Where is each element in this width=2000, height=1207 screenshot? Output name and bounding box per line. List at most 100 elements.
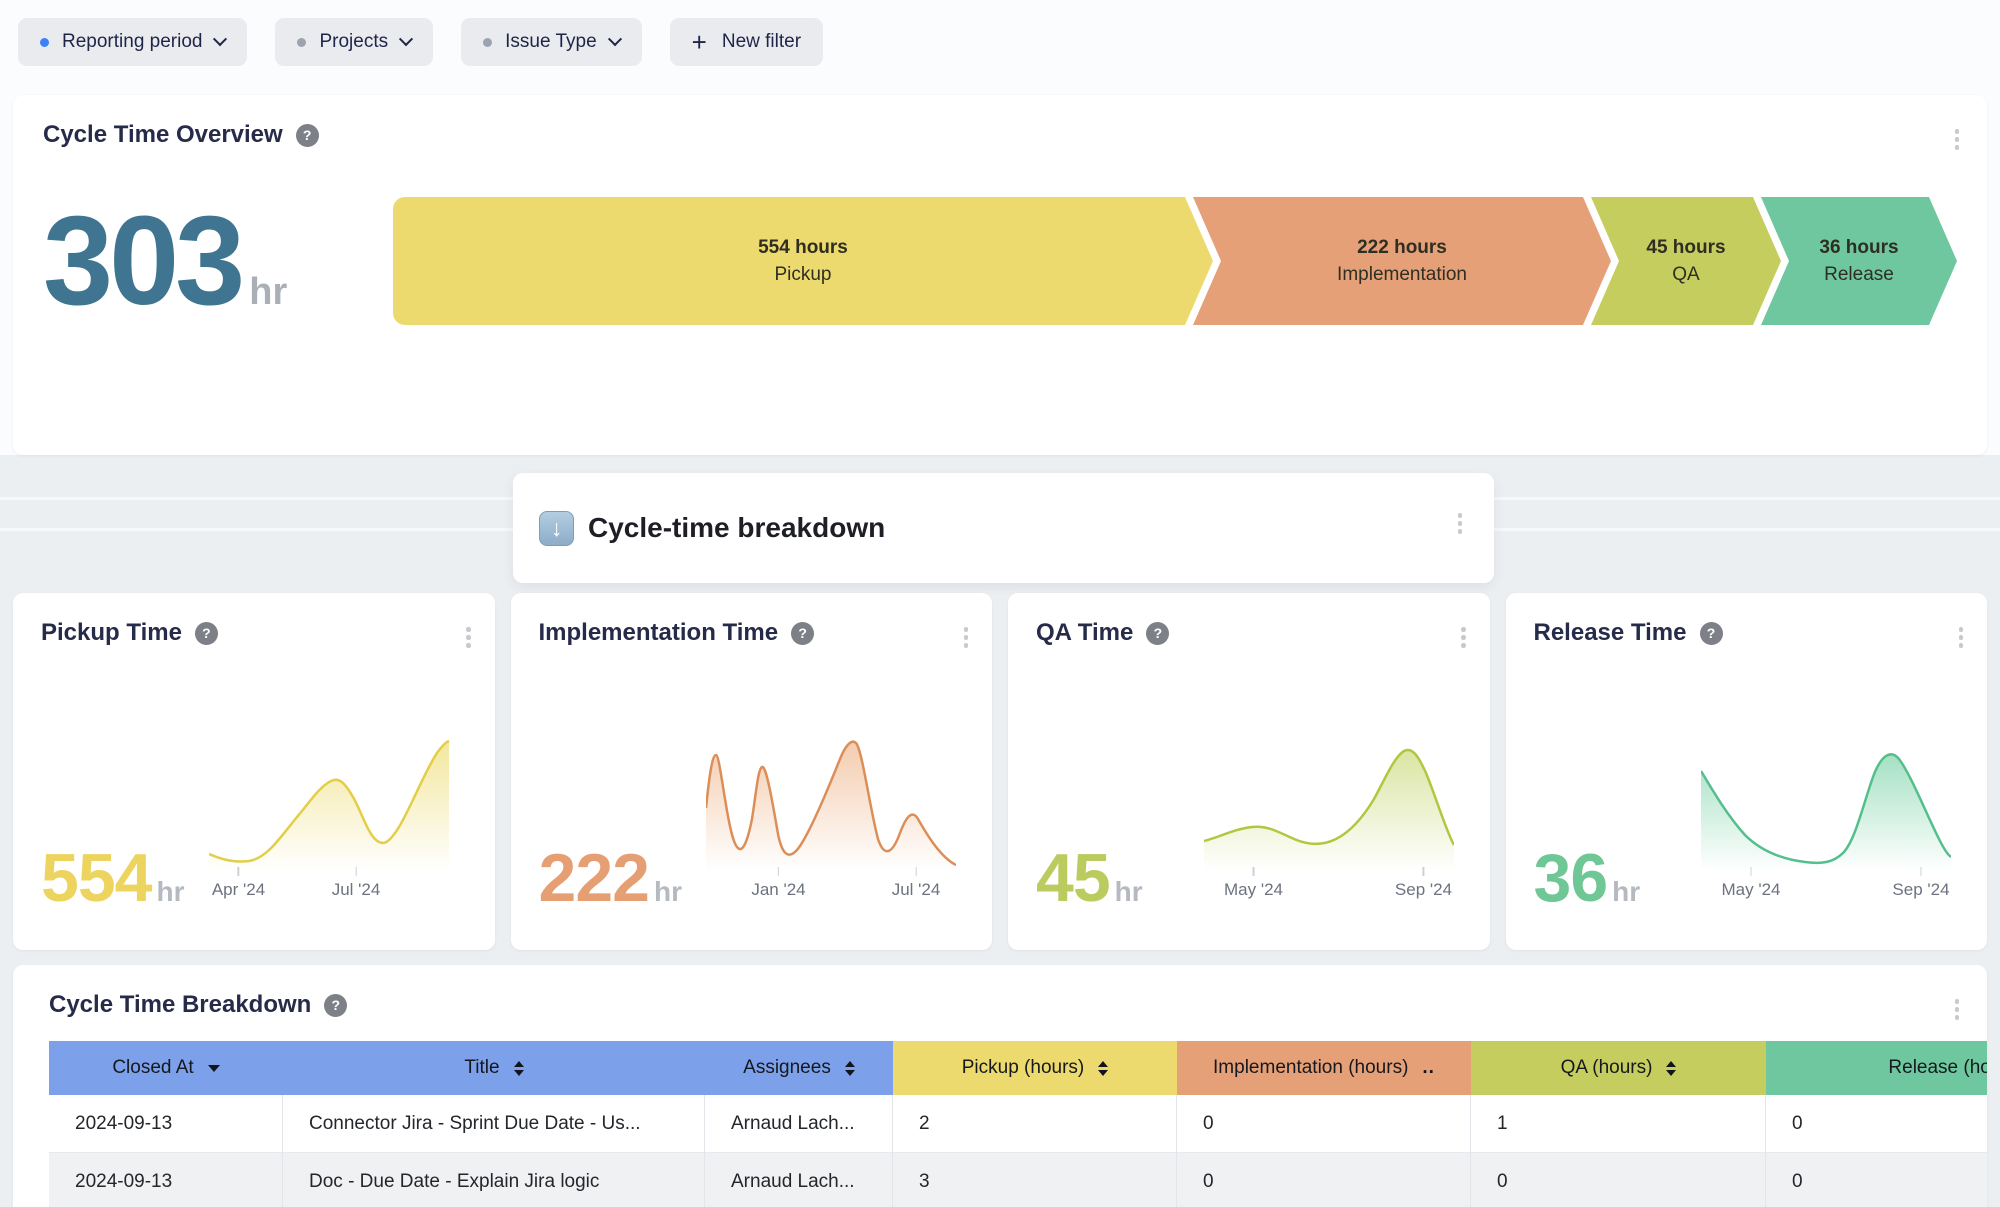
filter-label: Reporting period — [62, 31, 202, 53]
qa-sparkline-chart — [1204, 739, 1454, 871]
stage-hours: 45 hours — [1646, 237, 1725, 259]
x-axis-ticks: May '24 Sep '24 — [1701, 867, 1951, 911]
x-axis-ticks: May '24 Sep '24 — [1204, 867, 1454, 911]
tick-mark — [1750, 867, 1752, 876]
tick-mark — [915, 867, 917, 876]
tick-label: May '24 — [1224, 880, 1283, 899]
implementation-sparkline-chart — [706, 739, 956, 871]
kebab-menu-icon[interactable] — [462, 623, 475, 652]
kebab-menu-icon[interactable] — [1955, 623, 1968, 652]
value-unit: hr — [1612, 876, 1640, 907]
filter-issue-type[interactable]: Issue Type — [461, 18, 642, 66]
sort-icon — [514, 1061, 524, 1076]
total-cycle-time: 303hr — [43, 198, 393, 324]
stage-flow: 554 hours Pickup 222 hours Implementatio… — [393, 197, 1957, 325]
metric-cards-row: Pickup Time ? Apr '24 Jul '24 554hr Imp — [13, 593, 1987, 950]
pickup-time-card: Pickup Time ? Apr '24 Jul '24 554hr — [13, 593, 495, 950]
cell-closed-at[interactable]: 2024-09-13 — [49, 1153, 283, 1207]
kebab-menu-icon[interactable] — [1951, 125, 1964, 154]
value-number: 45 — [1036, 840, 1110, 916]
x-axis-ticks: Apr '24 Jul '24 — [209, 867, 459, 911]
stage-label: Implementation — [1337, 264, 1467, 286]
card-title: Implementation Time — [539, 619, 779, 647]
help-icon[interactable]: ? — [1146, 622, 1169, 645]
banner-title: Cycle-time breakdown — [588, 512, 885, 544]
filter-projects[interactable]: Projects — [275, 18, 433, 66]
qa-time-card: QA Time ? May '24 Sep '24 45hr — [1008, 593, 1490, 950]
sort-icon — [1098, 1061, 1108, 1076]
tick-label: Sep '24 — [1395, 880, 1452, 899]
stage-pickup: 554 hours Pickup — [393, 197, 1213, 325]
column-label: Pickup (hours) — [962, 1057, 1085, 1079]
stage-label: QA — [1646, 264, 1725, 286]
cell-assignees[interactable]: Arnaud Lach... — [705, 1095, 893, 1153]
card-title: Cycle Time Overview — [43, 121, 283, 149]
cell-qa-hours[interactable]: 1 — [1471, 1095, 1766, 1153]
help-icon[interactable]: ? — [1700, 622, 1723, 645]
kebab-menu-icon[interactable] — [1454, 509, 1467, 538]
kebab-menu-icon[interactable] — [1951, 995, 1964, 1024]
stage-hours: 222 hours — [1337, 237, 1467, 259]
active-filter-dot — [40, 38, 49, 47]
cell-closed-at[interactable]: 2024-09-13 — [49, 1095, 283, 1153]
card-title: Release Time — [1534, 619, 1687, 647]
help-icon[interactable]: ? — [195, 622, 218, 645]
dashboard-page: Reporting period Projects Issue Type + N… — [0, 0, 2000, 1207]
filter-reporting-period[interactable]: Reporting period — [18, 18, 247, 66]
column-header-release-hours[interactable]: Release (hours) — [1766, 1041, 1987, 1095]
tick-mark — [355, 867, 357, 876]
tick-label: Apr '24 — [212, 880, 265, 899]
implementation-time-card: Implementation Time ? Jan '24 Jul '24 22… — [511, 593, 993, 950]
kebab-menu-icon[interactable] — [1457, 623, 1470, 652]
tick-mark — [1920, 867, 1922, 876]
release-sparkline-chart — [1701, 739, 1951, 871]
metric-value: 222hr — [539, 844, 682, 912]
cell-title[interactable]: Doc - Due Date - Explain Jira logic — [283, 1153, 705, 1207]
value-unit: hr — [156, 876, 184, 907]
stage-label: Pickup — [758, 264, 848, 286]
cell-release-hours[interactable]: 0 — [1766, 1153, 1987, 1207]
column-label: QA (hours) — [1561, 1057, 1653, 1079]
cell-pickup-hours[interactable]: 2 — [893, 1095, 1177, 1153]
cycle-time-breakdown-banner: ↓ Cycle-time breakdown — [513, 473, 1494, 583]
cell-title[interactable]: Connector Jira - Sprint Due Date - Us... — [283, 1095, 705, 1153]
help-icon[interactable]: ? — [296, 124, 319, 147]
column-header-implementation-hours[interactable]: Implementation (hours) .. — [1177, 1041, 1471, 1095]
column-header-title[interactable]: Title — [283, 1041, 705, 1095]
total-value: 303 — [43, 190, 241, 331]
x-axis-ticks: Jan '24 Jul '24 — [706, 867, 956, 911]
plus-icon: + — [692, 29, 707, 55]
cycle-time-overview-card: Cycle Time Overview ? 303hr 554 hours Pi… — [13, 95, 1987, 455]
tick-mark — [238, 867, 240, 876]
cycle-time-breakdown-table-card: Cycle Time Breakdown ? Closed At Title A… — [13, 965, 1987, 1207]
stage-qa: 45 hours QA — [1591, 197, 1781, 325]
cell-qa-hours[interactable]: 0 — [1471, 1153, 1766, 1207]
kebab-menu-icon[interactable] — [960, 623, 973, 652]
stage-hours: 36 hours — [1819, 237, 1898, 259]
pickup-sparkline-chart — [209, 739, 459, 871]
cell-assignees[interactable]: Arnaud Lach... — [705, 1153, 893, 1207]
sort-icon-truncated: .. — [1422, 1057, 1435, 1079]
cell-implementation-hours[interactable]: 0 — [1177, 1095, 1471, 1153]
card-title: Pickup Time — [41, 619, 182, 647]
down-arrow-emoji-icon: ↓ — [539, 511, 574, 546]
help-icon[interactable]: ? — [791, 622, 814, 645]
total-unit: hr — [249, 271, 287, 313]
new-filter-button[interactable]: + New filter — [670, 18, 823, 66]
column-label: Release (hours) — [1888, 1057, 1987, 1079]
chevron-down-icon — [213, 32, 227, 46]
cell-release-hours[interactable]: 0 — [1766, 1095, 1987, 1153]
cell-implementation-hours[interactable]: 0 — [1177, 1153, 1471, 1207]
cell-pickup-hours[interactable]: 3 — [893, 1153, 1177, 1207]
column-header-qa-hours[interactable]: QA (hours) — [1471, 1041, 1766, 1095]
tick-label: Jan '24 — [751, 880, 805, 899]
stage-release: 36 hours Release — [1761, 197, 1957, 325]
column-header-closed-at[interactable]: Closed At — [49, 1041, 283, 1095]
value-number: 554 — [41, 840, 151, 916]
stage-hours: 554 hours — [758, 237, 848, 259]
column-header-assignees[interactable]: Assignees — [705, 1041, 893, 1095]
column-header-pickup-hours[interactable]: Pickup (hours) — [893, 1041, 1177, 1095]
help-icon[interactable]: ? — [324, 994, 347, 1017]
tick-label: May '24 — [1722, 880, 1781, 899]
metric-value: 554hr — [41, 844, 184, 912]
